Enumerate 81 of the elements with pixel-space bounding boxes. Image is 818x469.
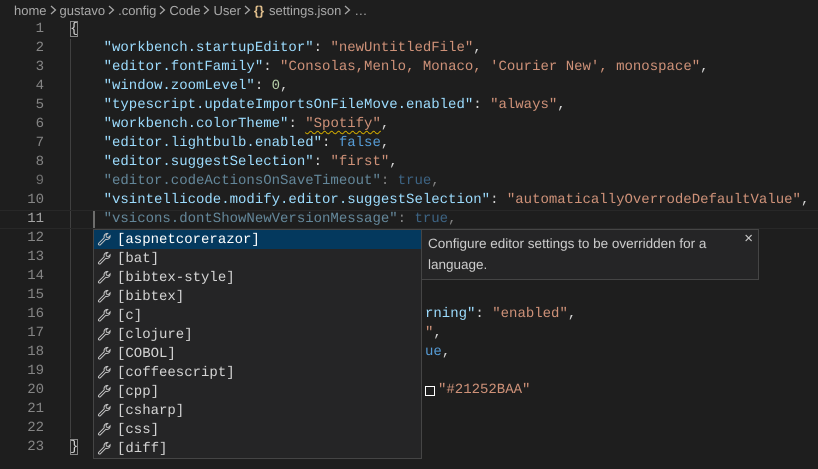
code-line: ", (425, 324, 442, 343)
wrench-icon (97, 327, 112, 342)
line-number: 4 (34, 77, 44, 96)
wrench-icon (97, 251, 112, 266)
line-number: 23 (26, 438, 44, 457)
code-line: "editor.suggestSelection": "first", (104, 153, 398, 172)
chevron-icon (344, 5, 352, 15)
code-line: ue, (425, 343, 450, 362)
line-number: 7 (34, 134, 44, 153)
wrench-icon (97, 384, 112, 399)
chevron-icon (244, 5, 251, 15)
code-line: "workbench.colorTheme": "Spotify", (104, 115, 390, 134)
code-line: } (70, 438, 78, 457)
line-number: 5 (34, 96, 44, 115)
line-number: 11 (26, 210, 44, 229)
suggestion-item[interactable]: [diff] (94, 439, 421, 458)
json-file-icon: {} (254, 2, 264, 18)
line-number: 9 (34, 172, 44, 191)
wrench-icon (97, 289, 112, 304)
suggestion-item[interactable]: [clojure] (94, 325, 421, 344)
wrench-icon (97, 346, 112, 361)
line-number: 20 (26, 381, 44, 400)
breadcrumb-item[interactable]: User (213, 2, 241, 18)
suggestion-item[interactable]: [css] (94, 420, 421, 439)
color-swatch-icon[interactable] (425, 386, 435, 396)
code-line: "window.zoomLevel": 0, (104, 77, 288, 96)
code-line: "editor.codeActionsOnSaveTimeout": true, (104, 172, 440, 191)
code-line: "editor.lightbulb.enabled": false, (104, 134, 390, 153)
wrench-icon (97, 422, 112, 437)
suggestion-item[interactable]: [c] (94, 306, 421, 325)
wrench-icon (97, 365, 112, 380)
line-number: 1 (34, 20, 44, 39)
wrench-icon (97, 441, 112, 456)
code-line: "#21252BAA" (438, 381, 530, 400)
wrench-icon (97, 308, 112, 323)
wrench-icon (97, 270, 112, 285)
line-number: 8 (34, 153, 44, 172)
code-line: "vsintellicode.modify.editor.suggestSelection": "automaticallyOverrodeDefaultValue", (104, 191, 810, 210)
details-text: Configure editor settings to be overridden for a language. (428, 236, 706, 272)
breadcrumb-item[interactable]: Code (169, 2, 200, 18)
suggestion-item[interactable]: [cpp] (94, 382, 421, 401)
line-number: 15 (26, 286, 44, 305)
chevron-icon (203, 5, 210, 15)
code-line: "workbench.startupEditor": "newUntitledFile", (104, 39, 482, 58)
suggestion-item[interactable]: [aspnetcorerazor] (94, 230, 421, 249)
breadcrumb-item[interactable]: .config (118, 2, 156, 18)
code-line: { (70, 20, 78, 39)
chevron-icon (50, 5, 57, 15)
line-number: 16 (26, 305, 44, 324)
suggestion-item[interactable]: [bibtex-style] (94, 268, 421, 287)
text-cursor (93, 211, 95, 228)
line-number: 13 (26, 248, 44, 267)
code-line: "typescript.updateImportsOnFileMove.enabled": "always", (104, 96, 566, 115)
suggestion-item[interactable]: [bat] (94, 249, 421, 268)
line-number: 22 (26, 419, 44, 438)
suggestion-item[interactable]: [bibtex] (94, 287, 421, 306)
code-line: "editor.fontFamily": "Consolas,Menlo, Monaco, 'Courier New', monospace", (104, 58, 709, 77)
wrench-icon (97, 403, 112, 418)
breadcrumb-item[interactable]: … (354, 2, 368, 18)
code-line: "vsicons.dontShowNewVersionMessage": true, (104, 210, 456, 229)
line-number: 3 (34, 58, 44, 77)
chevron-icon (108, 5, 116, 15)
line-number: 6 (34, 115, 44, 134)
suggestion-item[interactable]: [csharp] (94, 401, 421, 420)
line-number: 18 (26, 343, 44, 362)
close-button[interactable]: × (744, 230, 753, 248)
chevron-icon (159, 5, 166, 15)
line-number: 2 (34, 39, 44, 58)
breadcrumb-item[interactable]: settings.json (269, 2, 342, 18)
code-line: rning": "enabled", (425, 305, 576, 324)
suggestion-item[interactable]: [COBOL] (94, 344, 421, 363)
wrench-icon (97, 232, 112, 247)
line-number: 10 (26, 191, 44, 210)
line-number: 19 (26, 362, 44, 381)
line-number: 12 (26, 229, 44, 248)
line-number: 21 (26, 400, 44, 419)
breadcrumb-item[interactable]: gustavo (60, 2, 106, 18)
breadcrumb-item[interactable]: home (14, 2, 47, 18)
line-number: 17 (26, 324, 44, 343)
line-number: 14 (26, 267, 44, 286)
suggestion-item[interactable]: [coffeescript] (94, 363, 421, 382)
